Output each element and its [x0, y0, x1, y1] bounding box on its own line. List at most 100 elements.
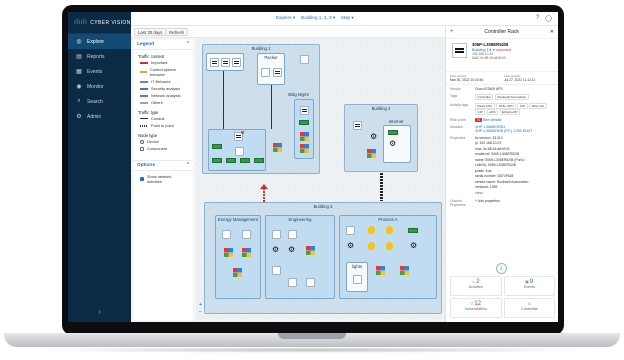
- rack-device-icon[interactable]: [300, 106, 309, 115]
- switch-icon[interactable]: [299, 120, 309, 125]
- energy-group[interactable]: Energy Management: [215, 215, 261, 299]
- process-a-group[interactable]: Process A ⚙ ⚙ lights: [339, 215, 437, 299]
- switch-icon[interactable]: [212, 144, 222, 149]
- breadcrumb-buildings[interactable]: Building 1, 2, 3 ▾: [301, 15, 335, 21]
- tag-chip[interactable]: Write Var: [529, 102, 547, 109]
- gear-device-icon[interactable]: ⚙: [389, 140, 396, 148]
- building-2-group[interactable]: Building 2 Internet ⚙ ⚙: [344, 104, 418, 172]
- activities-card[interactable]: ∿ 2 Activities: [450, 276, 502, 296]
- vulnerabilities-card[interactable]: ⛉ 12 Vulnerabilities: [450, 298, 502, 318]
- sidebar-item-search[interactable]: ⌕ Search: [68, 94, 131, 109]
- tag-chip[interactable]: CIP: [517, 102, 528, 109]
- building-3-group[interactable]: Building 3 Energy Management Engineering…: [204, 202, 442, 314]
- device-icon[interactable]: [272, 230, 281, 239]
- rack-group[interactable]: [206, 53, 244, 71]
- period-select[interactable]: Last 30 days: [134, 28, 167, 36]
- internet-group[interactable]: ⚙: [383, 125, 411, 163]
- light-bulb-icon[interactable]: [386, 226, 393, 234]
- device-icon[interactable]: [288, 230, 297, 239]
- sidebar-item-monitor[interactable]: ◉ Monitor: [68, 79, 131, 94]
- show-network-checkbox[interactable]: [140, 177, 144, 181]
- dice-device-icon[interactable]: [300, 55, 309, 64]
- app-blocks-icon[interactable]: [367, 149, 376, 158]
- app-blocks-icon[interactable]: [306, 246, 315, 255]
- options-row[interactable]: Show network activities: [134, 173, 193, 185]
- rack-device-icon[interactable]: [273, 68, 282, 77]
- important-link[interactable]: [263, 188, 265, 202]
- gear-device-icon[interactable]: ⚙: [288, 246, 295, 254]
- switch-icon[interactable]: [254, 158, 264, 163]
- help-icon[interactable]: ?: [536, 15, 539, 22]
- map-canvas[interactable]: Building 1 Packer Bldg Mgmt Building 2 I…: [196, 38, 445, 322]
- rack-device-icon[interactable]: [232, 58, 241, 67]
- breadcrumb-map[interactable]: Map ▾: [341, 15, 354, 21]
- device-icon[interactable]: [272, 266, 281, 275]
- light-bulb-icon[interactable]: [368, 242, 375, 250]
- gear-device-icon[interactable]: ⚙: [347, 242, 354, 250]
- sidebar-item-explore[interactable]: ◎ Explore: [68, 34, 131, 49]
- app-blocks-icon[interactable]: [224, 248, 233, 257]
- tag-chip[interactable]: Read CPU: [475, 102, 495, 109]
- add-icon[interactable]: +: [450, 29, 454, 35]
- app-blocks-icon[interactable]: [273, 143, 282, 152]
- bldg-mgmt-group[interactable]: [294, 99, 314, 159]
- switch-icon[interactable]: [212, 158, 222, 163]
- tag-chip[interactable]: Write CPU: [496, 102, 516, 109]
- device-icon[interactable]: [288, 278, 297, 287]
- gear-device-icon[interactable]: ⚙: [370, 133, 377, 141]
- rack-device-icon[interactable]: [353, 121, 362, 130]
- chevron-up-icon[interactable]: ⌃: [186, 163, 190, 168]
- risk-details-link[interactable]: See details: [483, 118, 502, 122]
- rack-device-icon[interactable]: [210, 58, 219, 67]
- app-blocks-icon[interactable]: [376, 266, 385, 275]
- collapse-sidebar-button[interactable]: ‹: [68, 309, 131, 316]
- device-icon[interactable]: [261, 68, 270, 77]
- export-button[interactable]: ⇩: [496, 263, 507, 274]
- events-card[interactable]: ▦ 9 Events: [503, 276, 555, 296]
- breadcrumb-explore[interactable]: Explore ▾: [276, 15, 295, 21]
- refresh-button[interactable]: Refresh: [165, 28, 189, 36]
- device-icon[interactable]: [346, 226, 355, 235]
- app-blocks-icon[interactable]: [233, 268, 242, 277]
- sidebar-item-events[interactable]: ▦ Events: [68, 64, 131, 79]
- engineering-group[interactable]: Engineering ⚙ ⚙: [265, 215, 335, 299]
- tag-chip[interactable]: Ethernet/IP: [499, 108, 521, 115]
- packer-group[interactable]: Packer: [257, 53, 285, 85]
- user-icon[interactable]: ◯: [545, 15, 552, 22]
- device-icon[interactable]: [222, 230, 231, 239]
- switch-icon[interactable]: [240, 158, 250, 163]
- switch-icon[interactable]: [226, 158, 236, 163]
- zoom-in-button[interactable]: +: [199, 302, 202, 309]
- credential-card[interactable]: ⚿ Credential: [503, 298, 555, 318]
- options-header[interactable]: Options ⌃: [134, 160, 193, 171]
- conduit-link[interactable]: [380, 173, 383, 201]
- add-properties-link[interactable]: + Add properties: [475, 199, 500, 207]
- tag-chip[interactable]: Rockwell Automation: [494, 93, 529, 100]
- light-bulb-icon[interactable]: [386, 242, 393, 250]
- tag-chip[interactable]: CIP: [475, 108, 486, 115]
- app-blocks-icon[interactable]: [300, 132, 309, 141]
- app-blocks-icon[interactable]: [400, 266, 409, 275]
- factory-device-icon[interactable]: [242, 230, 251, 239]
- sidebar-item-admin[interactable]: ⚙ Admin: [68, 109, 131, 124]
- gear-device-icon[interactable]: ⚙: [410, 242, 417, 250]
- close-icon[interactable]: ✕: [550, 29, 554, 35]
- tag-chip[interactable]: Controller: [475, 93, 494, 100]
- tag-chip[interactable]: ADS: [486, 108, 499, 115]
- switch-icon[interactable]: [388, 130, 398, 135]
- sidebar-item-reports[interactable]: ▤ Reports: [68, 49, 131, 64]
- view-properties-link[interactable]: view: [475, 191, 528, 197]
- legend-header[interactable]: Legend ⌃: [134, 40, 193, 50]
- app-blocks-icon[interactable]: [242, 248, 251, 257]
- gear-device-icon[interactable]: ⚙: [272, 246, 279, 254]
- device-icon[interactable]: [353, 275, 362, 284]
- lights-group[interactable]: lights: [346, 262, 368, 292]
- light-bulb-icon[interactable]: [368, 226, 375, 234]
- app-blocks-icon[interactable]: [300, 144, 309, 153]
- building-1-group[interactable]: Building 1 Packer Bldg Mgmt: [202, 44, 320, 174]
- rack-device-icon[interactable]: [221, 58, 230, 67]
- switch-icon[interactable]: [408, 228, 418, 233]
- device-icon[interactable]: [235, 147, 244, 156]
- zoom-out-button[interactable]: −: [199, 309, 202, 316]
- module-link[interactable]: 1HP-L3065ER/B (PC) 1756-EN2T: [475, 129, 532, 133]
